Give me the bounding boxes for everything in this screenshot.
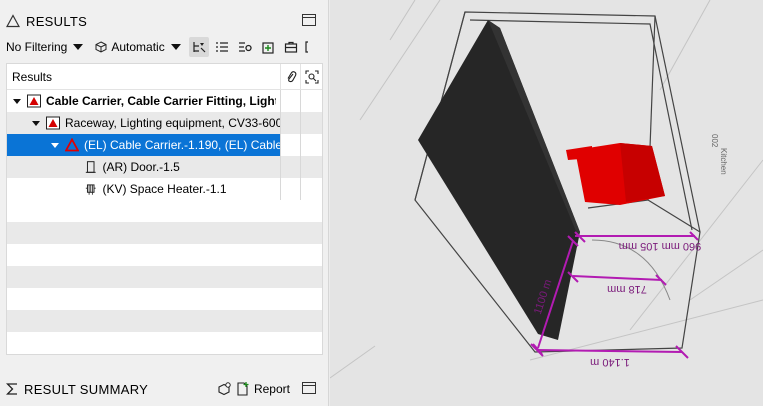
- empty-row: [7, 332, 322, 354]
- red-warning-triangle-icon: [65, 138, 79, 152]
- report-button[interactable]: Report: [254, 382, 290, 396]
- results-title: RESULTS: [26, 13, 88, 29]
- results-header: RESULTS: [6, 8, 324, 34]
- 3d-viewport[interactable]: 960 mm 105 mm 718 mm 1.140 m 1100 m Kitc…: [330, 0, 763, 406]
- row-cells: [280, 112, 322, 134]
- door-icon: [85, 161, 96, 173]
- empty-row: [7, 200, 322, 222]
- empty-row: [7, 244, 322, 266]
- tree-row-selected[interactable]: (EL) Cable Carrier.-1.190, (EL) Cable C: [7, 134, 322, 156]
- tree-row[interactable]: Raceway, Lighting equipment, CV33-600-: [7, 112, 322, 134]
- tree-row-label: Cable Carrier, Cable Carrier Fitting, Li…: [46, 94, 276, 108]
- expand-caret-icon[interactable]: [51, 142, 59, 148]
- room-label: Kitchen: [719, 148, 728, 175]
- warning-box-icon: [27, 94, 41, 108]
- tree-row-label: Raceway, Lighting equipment, CV33-600-: [65, 116, 281, 130]
- results-panel: RESULTS No Filtering Automatic Results C…: [0, 0, 329, 406]
- settings-list-icon[interactable]: [235, 37, 255, 57]
- dim-label-bottom: 1.140 m: [590, 356, 630, 368]
- expand-caret-icon[interactable]: [13, 98, 21, 104]
- report-add-icon[interactable]: [236, 381, 250, 397]
- results-triangle-icon: [6, 14, 20, 28]
- cube-icon: [95, 41, 107, 53]
- dim-label-top: 960 mm 105 mm: [619, 240, 702, 252]
- results-tree: Results Cable Carrier, Cable Carrier Fit…: [6, 63, 323, 355]
- row-cells: [280, 156, 322, 178]
- filter-label: No Filtering: [6, 40, 68, 54]
- list-icon[interactable]: [212, 37, 232, 57]
- attachment-column-header[interactable]: [280, 64, 300, 90]
- mode-label: Automatic: [111, 40, 165, 54]
- chevron-down-icon: [170, 44, 181, 50]
- sigma-icon: [6, 383, 17, 395]
- model-scene: 960 mm 105 mm 718 mm 1.140 m 1100 m Kitc…: [330, 0, 763, 379]
- hierarchy-filter-icon[interactable]: [188, 37, 209, 57]
- dim-label-middle: 718 mm: [607, 283, 647, 295]
- result-summary-title: RESULT SUMMARY: [24, 381, 149, 397]
- room-number: 002: [710, 134, 719, 148]
- space-heater-model: [566, 143, 665, 205]
- empty-row: [7, 310, 322, 332]
- briefcase-icon[interactable]: [281, 37, 301, 57]
- empty-row: [7, 222, 322, 244]
- maximize-panel-icon[interactable]: [302, 14, 316, 26]
- tree-header: Results: [7, 64, 322, 90]
- empty-row: [7, 266, 322, 288]
- report-controls: Report: [216, 381, 290, 397]
- more-icon[interactable]: [304, 37, 310, 57]
- space-heater-icon: [85, 184, 96, 195]
- tree-row[interactable]: Cable Carrier, Cable Carrier Fitting, Li…: [7, 90, 322, 112]
- mode-dropdown[interactable]: Automatic: [95, 40, 181, 54]
- empty-row: [7, 354, 322, 355]
- tree-row-label: (EL) Cable Carrier.-1.190, (EL) Cable C: [84, 138, 280, 152]
- zoom-to-icon: [305, 70, 319, 84]
- expand-caret-icon[interactable]: [32, 120, 40, 126]
- add-item-icon[interactable]: [258, 37, 278, 57]
- maximize-panel-icon[interactable]: [302, 382, 316, 394]
- results-column-header[interactable]: Results: [12, 70, 52, 84]
- settings-cube-icon[interactable]: [216, 381, 232, 397]
- result-summary-header: RESULT SUMMARY Report: [6, 378, 324, 400]
- zoom-column-header[interactable]: [300, 64, 322, 90]
- tree-row[interactable]: (AR) Door.-1.5: [7, 156, 322, 178]
- tree-row[interactable]: (KV) Space Heater.-1.1: [7, 178, 322, 200]
- row-cells: [280, 134, 322, 156]
- chevron-down-icon: [73, 44, 84, 50]
- paperclip-icon: [287, 71, 296, 83]
- filter-dropdown[interactable]: No Filtering: [6, 40, 84, 54]
- row-cells: [280, 90, 322, 112]
- row-cells: [280, 178, 322, 200]
- empty-row: [7, 288, 322, 310]
- results-toolbar: No Filtering Automatic: [6, 36, 324, 58]
- warning-box-icon: [46, 116, 60, 130]
